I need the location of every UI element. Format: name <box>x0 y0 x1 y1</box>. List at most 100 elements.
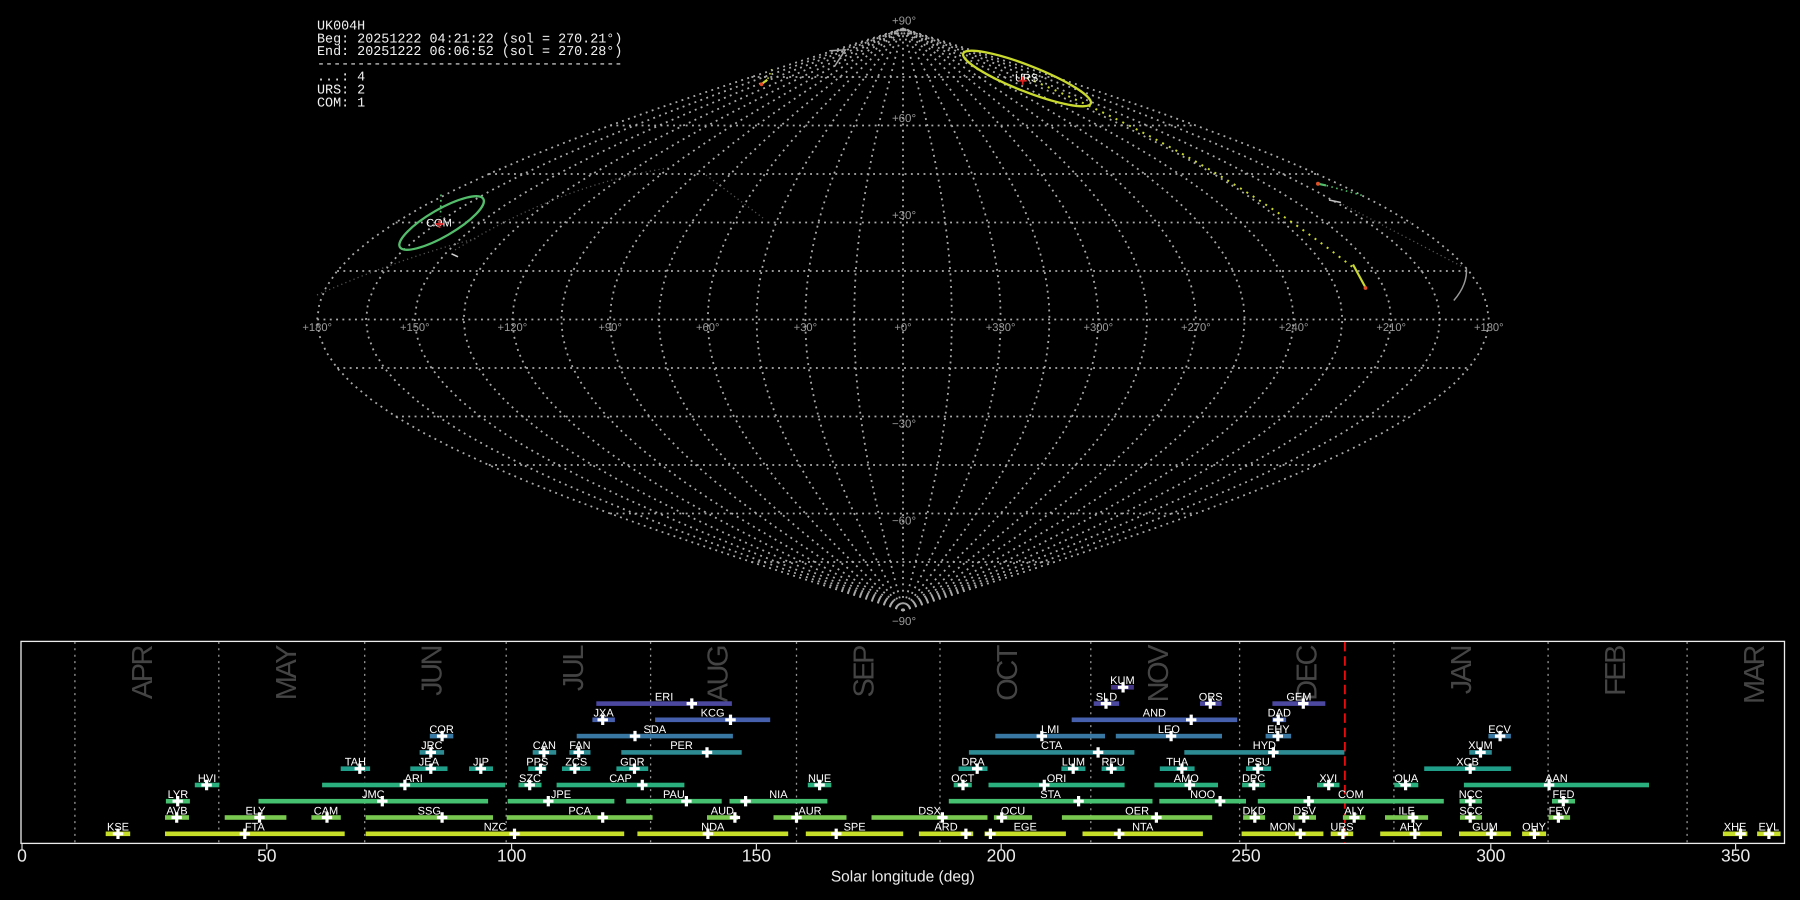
svg-text:Solar longitude (deg): Solar longitude (deg) <box>831 869 975 886</box>
svg-text:ARI: ARI <box>405 773 423 785</box>
svg-text:JIP: JIP <box>473 757 489 769</box>
svg-text:NDA: NDA <box>701 822 725 834</box>
svg-text:SZC: SZC <box>519 773 541 785</box>
svg-text:JPE: JPE <box>551 789 571 801</box>
svg-text:+90°: +90° <box>892 16 916 28</box>
svg-text:JEA: JEA <box>419 757 440 769</box>
svg-text:JUL: JUL <box>558 645 590 691</box>
svg-text:NIA: NIA <box>769 789 788 801</box>
svg-text:NUE: NUE <box>808 773 831 785</box>
svg-text:SEP: SEP <box>849 646 881 698</box>
svg-text:CTA: CTA <box>1041 740 1063 752</box>
svg-text:SCC: SCC <box>1459 805 1482 817</box>
svg-text:THA: THA <box>1166 757 1189 769</box>
svg-text:PER: PER <box>670 740 693 752</box>
svg-text:COM: COM <box>1338 789 1364 801</box>
svg-text:SSG: SSG <box>418 805 441 817</box>
svg-text:+90°: +90° <box>598 322 621 334</box>
svg-text:100: 100 <box>497 846 526 866</box>
svg-text:ERI: ERI <box>655 691 673 703</box>
svg-text:OCT: OCT <box>992 644 1024 701</box>
svg-text:ECV: ECV <box>1488 724 1511 736</box>
svg-text:XVI: XVI <box>1319 773 1337 785</box>
svg-text:LEO: LEO <box>1158 724 1180 736</box>
svg-text:AUG: AUG <box>703 646 735 702</box>
svg-text:NCC: NCC <box>1459 789 1483 801</box>
svg-text:JAN: JAN <box>1446 646 1478 694</box>
svg-text:ILE: ILE <box>1398 805 1415 817</box>
svg-text:300: 300 <box>1476 846 1505 866</box>
svg-text:+30°: +30° <box>794 322 817 334</box>
svg-text:FED: FED <box>1553 789 1575 801</box>
svg-text:EHY: EHY <box>1267 724 1290 736</box>
svg-text:FTA: FTA <box>245 822 266 834</box>
svg-text:+60°: +60° <box>696 322 719 334</box>
svg-text:+150°: +150° <box>400 322 430 334</box>
svg-text:XCB: XCB <box>1456 757 1479 769</box>
svg-text:COR: COR <box>429 724 454 736</box>
svg-text:APR: APR <box>127 645 159 699</box>
svg-text:+30°: +30° <box>892 210 916 222</box>
svg-text:KCG: KCG <box>701 708 725 720</box>
svg-text:+0°: +0° <box>894 322 911 334</box>
svg-text:JUN: JUN <box>417 646 449 695</box>
svg-text:PAU: PAU <box>663 789 685 801</box>
svg-text:RPU: RPU <box>1101 757 1124 769</box>
svg-text:PCA: PCA <box>568 805 591 817</box>
svg-text:AVB: AVB <box>166 805 187 817</box>
svg-text:150: 150 <box>742 846 771 866</box>
svg-text:JRC: JRC <box>421 740 442 752</box>
svg-text:OCT: OCT <box>951 773 975 785</box>
svg-text:XHE: XHE <box>1724 822 1747 834</box>
svg-text:SDA: SDA <box>643 724 666 736</box>
svg-text:+60°: +60° <box>892 113 916 125</box>
svg-text:HVI: HVI <box>198 773 216 785</box>
svg-text:NOO: NOO <box>1190 789 1216 801</box>
svg-text:+120°: +120° <box>498 322 528 334</box>
svg-text:NOV: NOV <box>1143 644 1175 703</box>
svg-text:GDR: GDR <box>620 757 645 769</box>
svg-text:AMO: AMO <box>1174 773 1200 785</box>
svg-text:0: 0 <box>17 846 27 866</box>
svg-text:ELY: ELY <box>246 805 267 817</box>
svg-text:FEV: FEV <box>1549 805 1571 817</box>
svg-text:350: 350 <box>1721 846 1750 866</box>
svg-text:URS: URS <box>1015 73 1038 85</box>
svg-text:ARD: ARD <box>934 822 957 834</box>
svg-text:LMI: LMI <box>1041 724 1059 736</box>
svg-text:+240°: +240° <box>1279 322 1309 334</box>
svg-text:ORS: ORS <box>1199 691 1223 703</box>
svg-text:DSX: DSX <box>918 805 941 817</box>
svg-text:FAN: FAN <box>569 740 590 752</box>
svg-text:DPC: DPC <box>1242 773 1265 785</box>
svg-text:ORI: ORI <box>1047 773 1067 785</box>
svg-text:PPS: PPS <box>526 757 548 769</box>
svg-text:+210°: +210° <box>1376 322 1406 334</box>
svg-text:EGE: EGE <box>1014 822 1037 834</box>
svg-text:ZCS: ZCS <box>565 757 587 769</box>
svg-text:+180°: +180° <box>1474 322 1504 334</box>
svg-text:200: 200 <box>987 846 1016 866</box>
svg-text:AND: AND <box>1143 708 1166 720</box>
svg-text:QUA: QUA <box>1394 773 1419 785</box>
svg-text:AHY: AHY <box>1400 822 1423 834</box>
svg-text:MAY: MAY <box>271 645 303 700</box>
svg-text:OHY: OHY <box>1522 822 1547 834</box>
svg-text:LYR: LYR <box>168 789 189 801</box>
svg-text:AAN: AAN <box>1545 773 1568 785</box>
svg-text:FEB: FEB <box>1600 646 1632 696</box>
svg-text:DAD: DAD <box>1268 708 1291 720</box>
svg-text:DRA: DRA <box>961 757 985 769</box>
svg-text:DKD: DKD <box>1242 805 1265 817</box>
svg-text:GEM: GEM <box>1286 691 1311 703</box>
svg-text:GUM: GUM <box>1472 822 1498 834</box>
svg-text:CAN: CAN <box>533 740 556 752</box>
svg-text:+180°: +180° <box>302 322 332 334</box>
svg-text:EVL: EVL <box>1759 822 1780 834</box>
svg-text:LUM: LUM <box>1062 757 1085 769</box>
svg-text:OER: OER <box>1125 805 1149 817</box>
svg-text:HYD: HYD <box>1253 740 1276 752</box>
svg-text:NTA: NTA <box>1132 822 1154 834</box>
svg-text:COM: 1: COM: 1 <box>317 96 365 111</box>
svg-text:CAM: CAM <box>314 805 338 817</box>
